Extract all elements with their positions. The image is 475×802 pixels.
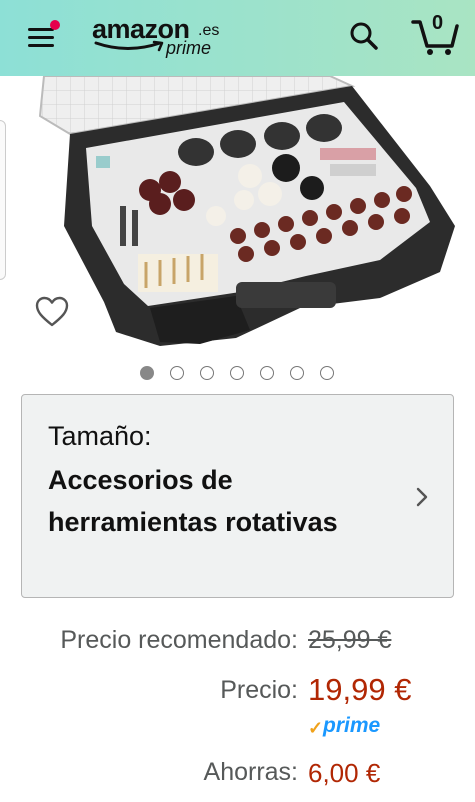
prime-check-icon: ✓ bbox=[308, 718, 324, 738]
price-value: 19,99 € bbox=[308, 672, 412, 707]
product-image-gallery[interactable] bbox=[0, 76, 475, 360]
cart-button[interactable]: 0 bbox=[410, 12, 460, 56]
carousel-side-handle[interactable] bbox=[0, 120, 6, 280]
size-selector[interactable]: Tamaño: Accesorios de herramientas rotat… bbox=[21, 394, 454, 598]
chevron-right-icon bbox=[416, 487, 428, 507]
cart-count: 0 bbox=[432, 12, 444, 34]
search-icon bbox=[350, 22, 378, 50]
menu-button[interactable] bbox=[26, 20, 60, 52]
product-image bbox=[38, 76, 455, 346]
hamburger-icon-bar bbox=[28, 44, 54, 47]
amazon-logo[interactable]: amazon .es prime bbox=[92, 14, 232, 62]
list-price-value: 25,99 € bbox=[308, 626, 392, 654]
size-label: Tamaño: bbox=[48, 421, 152, 451]
gallery-dot[interactable] bbox=[290, 366, 304, 380]
price-label: Precio: bbox=[220, 676, 298, 704]
gallery-dot[interactable] bbox=[200, 366, 214, 380]
size-value: Accesorios de herramientas rotativas bbox=[48, 465, 338, 537]
list-price-row: Precio recomendado: 25,99 € bbox=[0, 626, 475, 666]
top-header: amazon .es prime 0 bbox=[0, 0, 475, 76]
gallery-dot[interactable] bbox=[320, 366, 334, 380]
notification-dot-icon bbox=[50, 20, 60, 30]
hamburger-icon bbox=[28, 28, 54, 31]
price-row: Precio: 19,99 € bbox=[0, 672, 475, 716]
gallery-pagination bbox=[140, 366, 334, 380]
search-button[interactable] bbox=[346, 18, 382, 54]
prime-label: prime bbox=[323, 714, 381, 737]
hamburger-icon-bar bbox=[28, 36, 54, 39]
gallery-dot[interactable] bbox=[170, 366, 184, 380]
gallery-dot[interactable] bbox=[230, 366, 244, 380]
gallery-dot[interactable] bbox=[140, 366, 154, 380]
smile-arrow-icon bbox=[94, 40, 164, 52]
logo-prime: prime bbox=[166, 38, 212, 58]
savings-label: Ahorras: bbox=[203, 758, 298, 786]
list-price-label: Precio recomendado: bbox=[60, 626, 298, 654]
gallery-dot[interactable] bbox=[260, 366, 274, 380]
prime-badge: ✓ prime bbox=[308, 714, 398, 740]
savings-value: 6,00 € bbox=[308, 758, 381, 788]
wishlist-button[interactable] bbox=[34, 294, 70, 330]
heart-outline-icon bbox=[35, 296, 69, 327]
savings-row: Ahorras: 6,00 € bbox=[0, 758, 475, 798]
